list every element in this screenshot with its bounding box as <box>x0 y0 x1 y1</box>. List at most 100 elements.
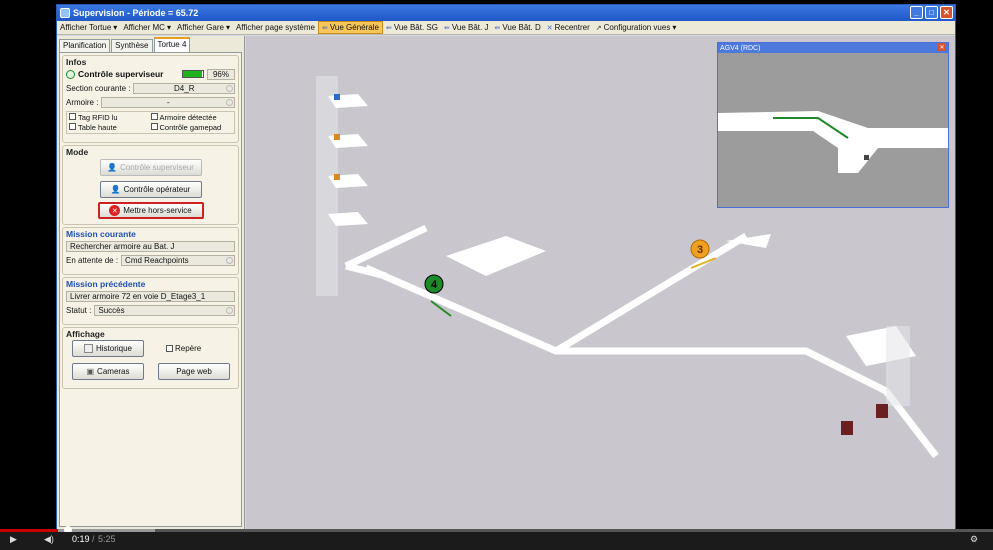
cabinet-orange <box>334 134 340 140</box>
history-button[interactable]: Historique <box>72 340 144 357</box>
view-icon: ⇚ <box>385 24 392 32</box>
dropdown-arrow-icon: ▾ <box>672 23 677 32</box>
menu-bar: Afficher Tortue ▾ Afficher MC ▾ Afficher G… <box>57 21 955 35</box>
mission-precedente-group: Mission précédente Livrer armoire 72 en … <box>62 277 239 325</box>
time-total: 5:25 <box>98 534 116 544</box>
mission-courante-value: Rechercher armoire au Bat. J <box>66 240 235 252</box>
flag-controle-gamepad: Contrôle gamepad <box>150 123 233 132</box>
view-icon: ⇚ <box>321 24 328 32</box>
menu-vue-bat-sg[interactable]: ⇚ Vue Bât. SG <box>383 21 441 34</box>
camera-icon: ▣ <box>86 367 95 376</box>
checkbox <box>166 345 173 352</box>
statut-value: Succès <box>94 304 235 316</box>
tower-right <box>886 326 910 406</box>
spin-icon <box>226 306 233 314</box>
flag-armoire-detectee: Armoire détectée <box>150 113 233 122</box>
supervision-window: Supervision - Période = 65.72 _ □ ✕ Affi… <box>56 4 956 531</box>
agv-marker-3-label: 3 <box>697 244 703 256</box>
menu-afficher-mc[interactable]: Afficher MC ▾ <box>120 21 174 34</box>
view-icon: ⇚ <box>494 24 501 32</box>
tab-body: Infos Contrôle superviseur 96% Section c… <box>59 52 242 527</box>
dropdown-arrow-icon: ▾ <box>225 23 230 32</box>
volume-icon[interactable]: ◀) <box>44 534 54 545</box>
video-player-bar: ▶ ◀) 0:19 / 5:25 ⚙ <box>0 532 993 550</box>
status-circle-icon <box>66 69 75 79</box>
tab-synthese[interactable]: Synthèse <box>111 39 153 52</box>
menu-afficher-tortue[interactable]: Afficher Tortue ▾ <box>57 21 120 34</box>
maximize-button[interactable]: □ <box>925 6 938 19</box>
affichage-group: Affichage Historique Repère ▣ Cameras Pag… <box>62 327 239 389</box>
cabinet-blue <box>334 94 340 100</box>
web-page-button[interactable]: Page web <box>158 363 230 380</box>
checkbox <box>69 113 76 120</box>
section-value: D4_R <box>133 82 235 94</box>
checkbox <box>69 123 76 130</box>
armoire-value: - <box>101 96 235 108</box>
zone-a <box>446 236 546 276</box>
window-title: Supervision - Période = 65.72 <box>73 8 199 18</box>
menu-vue-bat-j[interactable]: ⇚ Vue Bât. J <box>441 21 492 34</box>
cameras-button[interactable]: ▣ Cameras <box>72 363 144 380</box>
person-icon: 👤 <box>107 163 118 172</box>
tab-tortue-4[interactable]: Tortue 4 <box>153 37 191 52</box>
recenter-icon: ✕ <box>546 24 553 32</box>
mission-courante-group: Mission courante Rechercher armoire au B… <box>62 227 239 275</box>
tab-strip: Planification Synthèse Tortue 4 <box>57 36 244 52</box>
supervisor-status-label: Contrôle superviseur <box>78 69 164 79</box>
inset-view <box>718 53 948 207</box>
title-bar: Supervision - Période = 65.72 _ □ ✕ <box>57 5 955 21</box>
inset-close-icon[interactable]: ✕ <box>938 43 946 51</box>
stop-icon: ✕ <box>109 205 121 216</box>
person-icon: 👤 <box>110 185 121 194</box>
flag-table-haute: Table haute <box>69 123 151 132</box>
menu-vue-bat-d[interactable]: ⇚ Vue Bât. D <box>491 21 543 34</box>
attente-value: Cmd Reachpoints <box>121 254 235 266</box>
spin-icon <box>226 256 233 264</box>
menu-configuration-vues[interactable]: ↗ Configuration vues ▾ <box>593 21 680 34</box>
agv-marker-4-label: 4 <box>431 279 438 291</box>
battery-percent: 96% <box>207 68 235 80</box>
repere-checkbox[interactable]: Repère <box>166 344 201 353</box>
supervisor-control-button[interactable]: 👤 Contrôle superviseur <box>99 159 202 176</box>
mission-precedente-title: Mission précédente <box>66 279 146 289</box>
settings-gear-icon[interactable]: ⚙ <box>970 534 978 545</box>
3d-view[interactable]: 4 3 AGV4 (RDC) ✕ <box>246 36 955 529</box>
inset-agv <box>864 155 869 160</box>
flag-tag-rfid: Tag RFID lu <box>69 113 151 122</box>
operator-control-button[interactable]: 👤 Contrôle opérateur <box>99 181 202 198</box>
dropdown-arrow-icon: ▾ <box>113 23 118 32</box>
cabinet-orange <box>334 174 340 180</box>
app-icon <box>60 8 70 18</box>
view-icon: ⇚ <box>443 24 450 32</box>
flags-box: Tag RFID lu Armoire détectée Table haute… <box>66 111 235 134</box>
tab-planification[interactable]: Planification <box>59 39 111 52</box>
play-icon[interactable]: ▶ <box>10 534 17 545</box>
checkbox <box>150 113 158 120</box>
infos-title: Infos <box>66 57 87 67</box>
checkbox <box>150 123 158 130</box>
spin-icon <box>226 84 233 92</box>
menu-vue-generale[interactable]: ⇚ Vue Générale <box>317 21 383 34</box>
mission-courante-title: Mission courante <box>66 229 136 239</box>
attente-label: En attente de : <box>66 255 119 265</box>
minimize-button[interactable]: _ <box>910 6 923 19</box>
history-icon <box>83 344 93 353</box>
mode-title: Mode <box>66 147 89 157</box>
wrench-icon: ↗ <box>595 24 602 32</box>
out-of-service-button[interactable]: ✕ Mettre hors-service <box>97 202 204 219</box>
mission-precedente-value: Livrer armoire 72 en voie D_Etage3_1 <box>66 290 235 302</box>
cabinet-red <box>841 421 853 435</box>
menu-recentrer[interactable]: ✕ Recentrer <box>544 21 593 34</box>
camera-inset[interactable]: AGV4 (RDC) ✕ <box>717 42 949 208</box>
menu-afficher-page-systeme[interactable]: Afficher page système <box>233 21 318 34</box>
affichage-title: Affichage <box>66 329 105 339</box>
cabinet-red <box>876 404 888 418</box>
spin-icon <box>226 98 233 106</box>
section-label: Section courante : <box>66 83 131 93</box>
infos-group: Infos Contrôle superviseur 96% Section c… <box>62 55 239 143</box>
armoire-label: Armoire : <box>66 97 99 107</box>
inset-title: AGV4 (RDC) <box>720 44 761 52</box>
dropdown-arrow-icon: ▾ <box>166 23 171 32</box>
close-button[interactable]: ✕ <box>940 6 953 19</box>
menu-afficher-gare[interactable]: Afficher Gare ▾ <box>174 21 233 34</box>
